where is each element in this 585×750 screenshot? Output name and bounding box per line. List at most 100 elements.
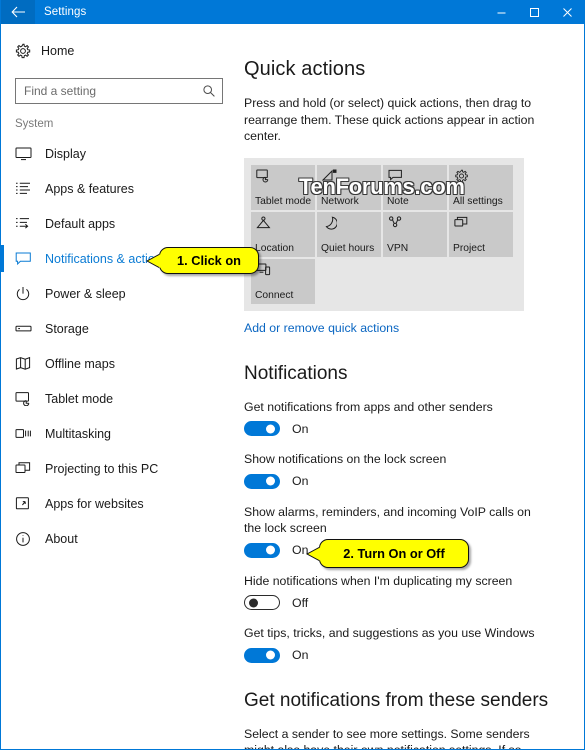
sidebar-item-label: Display [45,146,86,161]
quick-action-tile[interactable]: All settings [449,164,513,210]
toggle-state: On [292,648,309,662]
quick-action-tile[interactable]: Quiet hours [317,211,381,257]
sidebar-item-offline-maps[interactable]: Offline maps [1,346,239,381]
sidebar-item-storage[interactable]: Storage [1,311,239,346]
sidebar-item-label: Default apps [45,216,116,231]
window-controls [485,0,584,24]
page-title: Quick actions [244,58,366,80]
quick-action-label: Tablet mode [255,195,312,207]
gear-icon [15,43,41,59]
toggle-row: On [244,647,564,664]
toggle-knob [249,598,258,607]
project-icon [15,461,45,476]
moon-icon [322,216,338,235]
search-icon[interactable] [196,84,222,98]
toggle-knob [266,650,275,660]
sidebar-item-multitasking[interactable]: Multitasking [1,416,239,451]
quick-action-label: Note [387,195,409,207]
main-content: Quick actions Press and hold (or select)… [239,24,584,749]
sidebar-item-tablet-mode[interactable]: Tablet mode [1,381,239,416]
quick-action-tile[interactable]: Connect [251,258,315,304]
tablet-mode-icon [256,169,271,188]
multitasking-icon [15,427,45,440]
quick-actions-panel: Tablet mode Network Note All settings Lo… [244,157,524,311]
toggle-knob [266,545,275,555]
toggle-lock-screen-notifications[interactable] [244,473,280,489]
tablet-icon [15,391,45,406]
sidebar-item-projecting-to-this-pc[interactable]: Projecting to this PC [1,451,239,486]
back-button[interactable] [1,0,35,24]
setting-row: Get tips, tricks, and suggestions as you… [244,625,564,664]
back-arrow-icon [10,6,25,18]
network-icon [321,169,337,188]
toggle-alarms-voip[interactable] [244,542,280,558]
apps-websites-icon [15,496,45,511]
sidebar-item-label: Apps for websites [45,496,144,511]
power-icon [15,286,45,302]
sidebar-item-label: About [45,531,78,546]
setting-label: Show alarms, reminders, and incoming VoI… [244,504,531,536]
maximize-button[interactable] [518,0,551,24]
default-apps-icon [15,216,45,231]
setting-label: Hide notifications when I'm duplicating … [244,573,513,588]
toggle-hide-when-duplicating[interactable] [244,595,280,610]
quick-action-tile[interactable]: Tablet mode [251,164,315,210]
setting-label: Show notifications on the lock screen [244,452,447,466]
callout-text: 2. Turn On or Off [343,546,445,561]
quick-action-tile[interactable]: Note [383,164,447,210]
sidebar-item-label: Multitasking [45,426,111,441]
list-icon [15,181,45,196]
toggle-knob [266,476,275,486]
quick-action-tile[interactable]: VPN [383,211,447,257]
sidebar-item-about[interactable]: About [1,521,239,556]
setting-row: Get notifications from apps and other se… [244,399,564,438]
sidebar-item-display[interactable]: Display [1,136,239,171]
toggle-state: On [292,543,309,557]
callout-text: 1. Click on [176,253,241,268]
setting-row: Hide notifications when I'm duplicating … [244,573,564,612]
sidebar-item-apps-for-websites[interactable]: Apps for websites [1,486,239,521]
search-box[interactable] [15,78,223,104]
quick-action-label: All settings [453,195,503,207]
quick-action-label: Location [255,242,294,254]
setting-label: Get tips, tricks, and suggestions as you… [244,626,535,640]
quick-action-tile[interactable]: Network [317,164,381,210]
toggle-state: On [292,474,309,488]
quick-action-label: Project [453,242,486,254]
sidebar-item-label: Projecting to this PC [45,461,159,476]
callout-tail [308,546,321,561]
sidebar-item-label: Power & sleep [45,286,126,301]
sidebar-home-label: Home [41,44,75,58]
toggle-state: On [292,421,309,436]
quick-action-label: Network [321,195,359,207]
toggle-get-notifications[interactable] [244,421,280,436]
callout-step-2: 2. Turn On or Off [308,539,469,568]
map-icon [15,356,45,372]
notification-icon [15,251,45,266]
quick-action-label: Quiet hours [321,242,375,254]
location-icon [256,215,271,235]
note-icon [388,169,403,188]
toggle-tips-tricks[interactable] [244,647,280,663]
setting-row: Show notifications on the lock screen On [244,451,564,490]
storage-icon [15,322,45,335]
gear-icon [454,169,469,188]
sidebar-group-label: System [15,118,54,130]
sidebar-item-apps-features[interactable]: Apps & features [1,171,239,206]
sidebar-item-home[interactable]: Home [1,36,239,66]
sidebar: Home System Display [1,24,239,749]
toggle-row: Off [244,594,564,611]
quick-action-tile[interactable]: Project [449,211,513,257]
quick-action-tile[interactable]: Location [251,211,315,257]
settings-window: Settings Home Find a setting System Disp… [0,0,585,750]
toggle-knob [266,424,275,433]
monitor-icon [15,146,45,161]
close-button[interactable] [551,0,584,24]
minimize-button[interactable] [485,0,518,24]
quick-action-label: Connect [255,289,294,301]
search-input[interactable] [16,79,196,103]
sidebar-item-default-apps[interactable]: Default apps [1,206,239,241]
senders-description: Select a sender to see more settings. So… [244,726,530,750]
add-remove-quick-actions-link[interactable]: Add or remove quick actions [244,321,399,335]
sidebar-item-power-sleep[interactable]: Power & sleep [1,276,239,311]
